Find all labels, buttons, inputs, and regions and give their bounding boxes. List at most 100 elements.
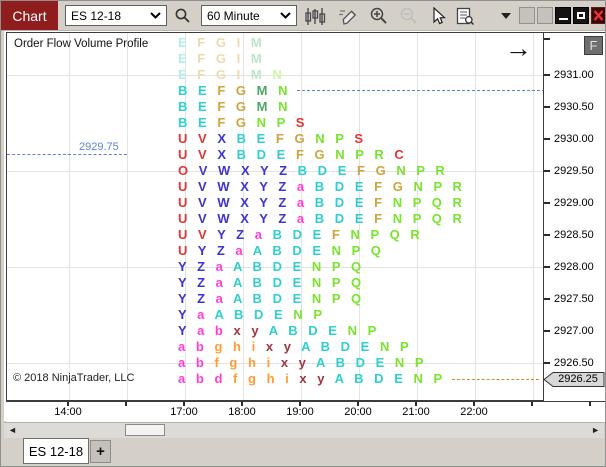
tpo-letter: F — [295, 147, 308, 162]
tpo-letter: Y — [197, 243, 210, 258]
tpo-letter: Y — [178, 291, 190, 306]
tpo-letter: R — [452, 211, 466, 226]
tpo-letter: B — [314, 195, 328, 210]
tpo-letter: a — [254, 227, 266, 242]
horizontal-scrollbar[interactable]: ◄ ► — [4, 422, 604, 438]
add-tab-button[interactable]: + — [90, 440, 111, 463]
tpo-letter: S — [295, 115, 308, 130]
price-tick-label: 2927.50 — [554, 293, 594, 305]
tpo-row-2930.50: B E F G M N — [178, 99, 291, 115]
tpo-letter: A — [268, 323, 282, 338]
instrument-selector[interactable]: ES 12-18 — [65, 5, 167, 26]
tpo-letter: P — [276, 115, 289, 130]
price-tick-label: 2926.50 — [554, 357, 594, 369]
tpo-letter: N — [394, 355, 408, 370]
interval-selector[interactable]: 60 Minute — [201, 5, 297, 26]
tpo-letter: P — [433, 371, 446, 386]
tpo-letter: Q — [350, 291, 365, 306]
tpo-letter: I — [236, 67, 244, 82]
price-tick-label: 2928.50 — [554, 229, 594, 241]
tpo-letter: P — [412, 195, 425, 210]
tpo-letter: E — [256, 131, 269, 146]
instrument-selector-value: ES 12-18 — [71, 8, 122, 23]
zoom-in-icon[interactable] — [367, 6, 391, 26]
tpo-letter: E — [354, 211, 367, 226]
tpo-letter: G — [215, 67, 230, 82]
tpo-letter: Y — [178, 323, 190, 338]
search-icon[interactable] — [171, 6, 195, 26]
tpo-letter: A — [334, 371, 348, 386]
chart-plot[interactable]: Order Flow Volume Profile E F G I ME F G… — [6, 32, 544, 401]
window-button-blank-1[interactable] — [519, 7, 535, 24]
tpo-letter: N — [413, 179, 427, 194]
window-button-blank-2[interactable] — [537, 7, 553, 24]
tpo-letter: A — [252, 243, 266, 258]
minimize-button[interactable] — [555, 7, 571, 24]
data-box-icon[interactable] — [453, 6, 477, 26]
fixed-scale-button[interactable]: F — [584, 36, 603, 55]
tpo-letter: B — [272, 243, 286, 258]
chart-area: Order Flow Volume Profile E F G I M E F G… — [4, 31, 605, 422]
tpo-letter: g — [229, 355, 241, 370]
tpo-letter: E — [198, 115, 211, 130]
ask-price-line — [297, 90, 543, 91]
tpo-letter: N — [256, 115, 270, 130]
tpo-letter: E — [178, 51, 191, 66]
tpo-letter: E — [394, 371, 407, 386]
tpo-letter: y — [251, 323, 263, 338]
tpo-letter: M — [250, 35, 266, 50]
zoom-out-icon[interactable] — [397, 6, 421, 26]
tpo-letter: Q — [431, 195, 446, 210]
tpo-letter: G — [215, 51, 230, 66]
tpo-letter: A — [233, 275, 246, 290]
tpo-letter: D — [292, 243, 306, 258]
close-button[interactable] — [591, 7, 605, 24]
tpo-letter: N — [392, 211, 406, 226]
price-axis[interactable]: F 2926.25 2931.00 2930.50 2930.00 2929.50 29… — [543, 32, 605, 402]
tpo-letter: a — [296, 195, 308, 210]
bar-chart-icon[interactable] — [303, 6, 327, 26]
tpo-letter: Z — [197, 259, 209, 274]
tpo-letter: a — [296, 211, 308, 226]
tpo-letter: E — [375, 355, 388, 370]
cursor-icon[interactable] — [427, 6, 451, 26]
time-tick-label: 14:00 — [54, 406, 82, 418]
go-to-last-bar-arrow-icon[interactable]: → — [505, 35, 532, 62]
tpo-letter: N — [278, 99, 291, 114]
time-tick-label: 21:00 — [402, 406, 430, 418]
tpo-letter: X — [217, 131, 230, 146]
minimize-icon — [559, 18, 568, 20]
tpo-letter: P — [414, 355, 428, 370]
time-tick-label: 19:00 — [286, 406, 314, 418]
tpo-letter: A — [233, 291, 246, 306]
time-tick — [531, 402, 533, 406]
tpo-letter: Y — [260, 163, 272, 178]
tpo-letter: V — [198, 179, 211, 194]
tab-es-12-18[interactable]: ES 12-18 — [23, 438, 89, 464]
tpo-letter: V — [198, 211, 211, 226]
restore-button[interactable] — [573, 7, 589, 24]
last-price-value: 2926.25 — [558, 373, 598, 385]
price-line-2929-75 — [7, 154, 127, 155]
time-axis[interactable]: 14:00 17:00 18:00 19:00 20:00 21:00 22:00 — [6, 401, 605, 422]
scrollbar-thumb[interactable] — [125, 424, 165, 436]
tpo-letter: V — [198, 227, 211, 242]
tpo-row-2926.25: a b d f g h i x y A B D E N P — [178, 371, 446, 387]
pencil-icon[interactable] — [337, 6, 361, 26]
tpo-letter: D — [340, 339, 354, 354]
scroll-right-icon[interactable]: ► — [591, 425, 600, 436]
tpo-letter: D — [334, 195, 348, 210]
tpo-row-2930.25: B E F G N P S — [178, 115, 308, 131]
indicator-label: Order Flow Volume Profile — [14, 38, 149, 50]
tpo-letter: G — [215, 35, 230, 50]
tpo-row-2928.50: U V Y Z a B D E F N P Q R — [178, 227, 423, 243]
tpo-letter: E — [178, 35, 191, 50]
scroll-left-icon[interactable]: ◄ — [8, 425, 17, 436]
tpo-letter: G — [314, 147, 329, 162]
tpo-letter: A — [301, 339, 314, 354]
toolbar-overflow-caret-icon[interactable] — [501, 13, 511, 19]
tpo-letter: B — [178, 99, 191, 114]
tpo-letter: N — [278, 83, 291, 98]
price-tick-label: 2929.50 — [554, 165, 594, 177]
tpo-letter: G — [375, 163, 390, 178]
